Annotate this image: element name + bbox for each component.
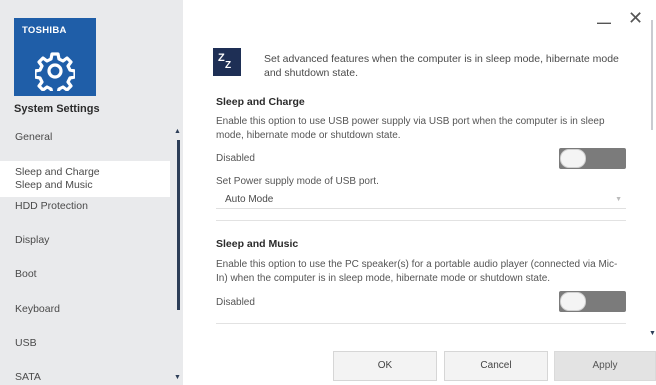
- sidebar-item-hdd-protection[interactable]: HDD Protection: [0, 200, 170, 213]
- sleep-zz-icon: Z Z: [213, 48, 241, 76]
- scroll-down-arrow-icon[interactable]: ▼: [174, 374, 181, 381]
- sidebar-item-keyboard[interactable]: Keyboard: [0, 303, 170, 316]
- power-supply-mode-label: Set Power supply mode of USB port.: [216, 176, 379, 187]
- section-title-sleep-and-music: Sleep and Music: [216, 238, 299, 250]
- sleep-and-charge-state-label: Disabled: [216, 153, 255, 164]
- sidebar: TOSHIBA System Settings General Sleep an…: [0, 0, 183, 385]
- close-icon[interactable]: ✕: [628, 8, 643, 29]
- sleep-and-music-toggle[interactable]: [559, 291, 626, 312]
- sidebar-item-boot[interactable]: Boot: [0, 268, 170, 281]
- scroll-up-arrow-icon[interactable]: ▲: [174, 128, 181, 135]
- sidebar-item-general[interactable]: General: [0, 131, 170, 144]
- sidebar-item-label: General: [15, 131, 53, 143]
- sidebar-item-label: SATA: [15, 371, 41, 383]
- cancel-button[interactable]: Cancel: [444, 351, 548, 381]
- toggle-knob: [560, 292, 586, 311]
- power-supply-mode-value: Auto Mode: [225, 194, 274, 205]
- brand-logo: TOSHIBA: [22, 25, 67, 36]
- sidebar-item-display[interactable]: Display: [0, 234, 170, 247]
- chevron-down-icon: ▼: [615, 196, 622, 203]
- sidebar-item-sata[interactable]: SATA: [0, 371, 170, 384]
- sidebar-title: System Settings: [14, 103, 100, 115]
- page-description: Set advanced features when the computer …: [264, 53, 619, 79]
- sidebar-item-label: Sleep and Charge: [15, 166, 100, 178]
- sidebar-item-label: USB: [15, 337, 37, 349]
- section-divider: [216, 220, 626, 221]
- sidebar-item-label: Boot: [15, 268, 37, 280]
- sidebar-item-label: HDD Protection: [15, 200, 88, 212]
- sidebar-item-label: Keyboard: [15, 303, 60, 315]
- app-logo-tile: TOSHIBA: [14, 18, 96, 96]
- sleep-and-charge-description: Enable this option to use USB power supp…: [216, 116, 605, 141]
- minimize-button[interactable]: —: [597, 14, 611, 30]
- toggle-knob: [560, 149, 586, 168]
- section-title-sleep-and-charge: Sleep and Charge: [216, 96, 305, 108]
- gear-icon: [35, 52, 75, 91]
- apply-button[interactable]: Apply: [554, 351, 656, 381]
- main-scrollbar-thumb[interactable]: [651, 20, 653, 130]
- sleep-and-music-description: Enable this option to use the PC speaker…: [216, 259, 618, 284]
- sidebar-scrollbar-thumb[interactable]: [177, 140, 180, 310]
- scroll-down-arrow-icon[interactable]: ▼: [649, 330, 656, 337]
- section-divider: [216, 323, 626, 324]
- sleep-and-music-state-label: Disabled: [216, 297, 255, 308]
- power-supply-mode-select[interactable]: Auto Mode ▼: [216, 191, 626, 209]
- sidebar-item-sleep-and-charge[interactable]: Sleep and Charge Sleep and Music: [0, 161, 170, 197]
- sidebar-item-label: Display: [15, 234, 50, 246]
- main-panel: — ✕ Z Z Set advanced features when the c…: [183, 0, 656, 385]
- sidebar-item-usb[interactable]: USB: [0, 337, 170, 350]
- sidebar-item-sublabel: Sleep and Music: [15, 179, 93, 191]
- ok-button[interactable]: OK: [333, 351, 437, 381]
- sleep-and-charge-toggle[interactable]: [559, 148, 626, 169]
